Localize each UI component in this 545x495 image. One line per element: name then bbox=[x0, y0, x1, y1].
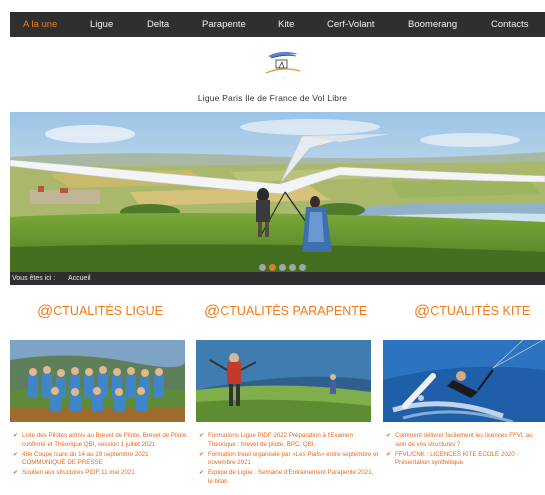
nav-item-contacts[interactable]: Contacts bbox=[491, 12, 529, 37]
news-item[interactable]: Comment délivrer facilement les licences… bbox=[386, 432, 545, 449]
news-list-ligue: Liste des Pilotes admis au Brevet de Pil… bbox=[13, 432, 193, 479]
section-title-ligue[interactable]: @CTUALITÉS LIGUE bbox=[37, 303, 163, 321]
nav-item-parapente[interactable]: Parapente bbox=[202, 12, 246, 37]
slider-dots bbox=[0, 264, 545, 272]
news-item[interactable]: 48e Coupe Icare du 14 au 19 septembre 20… bbox=[13, 451, 193, 468]
nav-item-a-la-une[interactable]: A la une bbox=[23, 12, 57, 37]
section-title-text: CTUALITÉS KITE bbox=[430, 304, 531, 318]
section-title-text: CTUALITÉS PARAPENTE bbox=[220, 304, 368, 318]
at-symbol: @ bbox=[204, 303, 221, 320]
section-title-parapente[interactable]: @CTUALITÉS PARAPENTE bbox=[204, 303, 367, 321]
nav-item-boomerang[interactable]: Boomerang bbox=[408, 12, 457, 37]
paraglider-photo bbox=[196, 340, 371, 422]
nav-item-cerf-volant[interactable]: Cerf-Volant bbox=[327, 12, 375, 37]
section-title-kite[interactable]: @CTUALITÉS KITE bbox=[414, 303, 530, 321]
hero-slideshow[interactable] bbox=[10, 112, 545, 272]
svg-text:~: ~ bbox=[282, 76, 284, 80]
news-list-parapente: Formations Ligue PIDF 2022 Préparation à… bbox=[199, 432, 379, 488]
group-photo bbox=[10, 340, 185, 422]
breadcrumb: Vous êtes ici : Accueil bbox=[10, 272, 545, 285]
nav-item-delta[interactable]: Delta bbox=[147, 12, 169, 37]
news-item[interactable]: Formations Ligue PIDF 2022 Préparation à… bbox=[199, 432, 379, 449]
section-title-text: CTUALITÉS LIGUE bbox=[53, 304, 163, 318]
slide-dot-2[interactable] bbox=[269, 264, 276, 271]
breadcrumb-prefix: Vous êtes ici : bbox=[12, 275, 56, 282]
section-image-kite[interactable] bbox=[383, 340, 545, 422]
section-image-ligue[interactable] bbox=[10, 340, 185, 422]
at-symbol: @ bbox=[37, 303, 54, 320]
news-item[interactable]: Liste des Pilotes admis au Brevet de Pil… bbox=[13, 432, 193, 449]
kitesurfer-photo bbox=[383, 340, 545, 422]
slide-dot-1[interactable] bbox=[259, 264, 266, 271]
nav-item-ligue[interactable]: Ligue bbox=[90, 12, 113, 37]
main-navigation: A la une Ligue Delta Parapente Kite Cerf… bbox=[10, 12, 545, 37]
hang-glider-photo bbox=[10, 112, 545, 272]
news-list-kite: Comment délivrer facilement les licences… bbox=[386, 432, 545, 469]
slide-dot-3[interactable] bbox=[279, 264, 286, 271]
site-title: Ligue Paris Ile de France de Vol Libre bbox=[197, 93, 348, 103]
news-item[interactable]: FFVL/CNK : LICENCES KITE ECOLE 2020 - Pr… bbox=[386, 451, 545, 468]
at-symbol: @ bbox=[414, 303, 431, 320]
breadcrumb-current[interactable]: Accueil bbox=[68, 272, 91, 285]
news-item[interactable]: Equipe de Ligue : Semaine d'Entraînement… bbox=[199, 469, 379, 486]
slide-dot-5[interactable] bbox=[299, 264, 306, 271]
news-item[interactable]: Soutien aux structures PIDF 11 mai 2021 bbox=[13, 469, 193, 478]
site-logo[interactable]: ~ bbox=[262, 46, 304, 82]
section-image-parapente[interactable] bbox=[196, 340, 371, 422]
slide-dot-4[interactable] bbox=[289, 264, 296, 271]
news-item[interactable]: Formation treuil organisée par «Les Piaf… bbox=[199, 451, 379, 468]
kite-flyer-logo-icon: ~ bbox=[265, 51, 301, 80]
nav-item-kite[interactable]: Kite bbox=[278, 12, 294, 37]
